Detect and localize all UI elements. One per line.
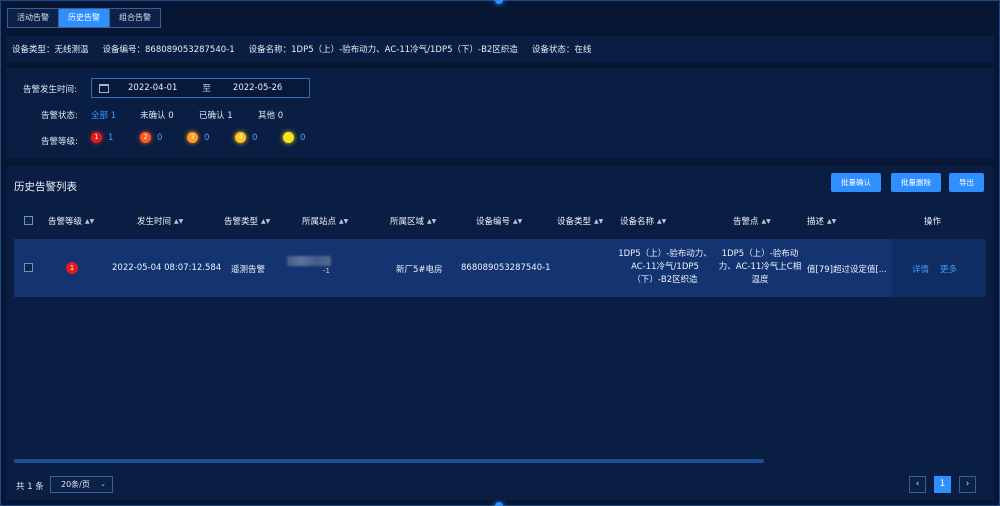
horizontal-scrollbar[interactable] [14, 459, 764, 463]
page-size-value: 20条/页 [61, 480, 90, 489]
level-filter-1[interactable]: 1 1 [91, 132, 113, 143]
select-all-checkbox[interactable] [24, 216, 33, 225]
level-4-count: 0 [252, 132, 258, 143]
detail-link[interactable]: 详情 [912, 263, 929, 275]
page-1-button[interactable]: 1 [934, 476, 951, 493]
header-operation: 操作 [924, 217, 942, 227]
alarm-time-label: 告警发生时间: [23, 85, 77, 95]
alarm-time-cell: 2022-05-04 08:07:12.584 [112, 263, 222, 273]
sort-icon[interactable]: ▲▼ [427, 218, 436, 225]
date-start-value[interactable]: 2022-04-01 [128, 83, 177, 93]
sort-icon[interactable]: ▲▼ [261, 218, 270, 225]
sort-icon[interactable]: ▲▼ [827, 218, 836, 225]
device-number-text: 设备编号：868089053287540-1 [102, 45, 235, 55]
device-no-cell: 868089053287540-1 [461, 263, 551, 273]
header-type[interactable]: 告警类型 ▲▼ [224, 215, 270, 227]
header-device-no[interactable]: 设备编号 ▲▼ [476, 215, 522, 227]
table-row[interactable]: 1 2022-05-04 08:07:12.584 遥测告警 -1 新厂5#电房… [14, 239, 986, 297]
level-filter-5[interactable]: 0 [283, 132, 305, 143]
tab-combined-alarms[interactable]: 组合告警 [110, 9, 160, 27]
table-header: 告警等级 ▲▼ 发生时间 ▲▼ 告警类型 ▲▼ 所属站点 ▲▼ 所属区域 ▲▼ 设备编号 ▲… [14, 210, 986, 232]
sort-icon[interactable]: ▲▼ [339, 218, 348, 225]
level-3-icon: 3 [187, 132, 198, 143]
level-4-icon: 4 [235, 132, 246, 143]
header-description[interactable]: 描述 ▲▼ [807, 215, 836, 227]
sort-icon[interactable]: ▲▼ [85, 218, 94, 225]
status-option-all[interactable]: 全部 1 [91, 109, 116, 121]
level-1-count: 1 [108, 132, 114, 143]
alarm-status-label: 告警状态: [41, 111, 78, 121]
header-site[interactable]: 所属站点 ▲▼ [302, 215, 348, 227]
level-2-count: 0 [157, 132, 163, 143]
level-5-count: 0 [300, 132, 306, 143]
level-filter-3[interactable]: 3 0 [187, 132, 209, 143]
batch-delete-button[interactable]: 批量删除 [891, 173, 941, 192]
tab-history-alarms[interactable]: 历史告警 [59, 9, 110, 27]
list-title: 历史告警列表 [14, 181, 77, 193]
sort-icon[interactable]: ▲▼ [513, 218, 522, 225]
history-alarm-list-panel: 历史告警列表 批量确认 批量删除 导出 告警等级 ▲▼ 发生时间 ▲▼ 告警类型 ▲▼… [6, 166, 994, 500]
device-name-text: 设备名称：1DP5（上）-验布动力、AC-11冷气/1DP5（下）-B2区织造 [248, 45, 518, 55]
page-size-select[interactable]: 20条/页 ⌄ [50, 476, 113, 493]
next-page-button[interactable]: › [959, 476, 976, 493]
header-device-name[interactable]: 设备名称 ▲▼ [620, 215, 666, 227]
date-range-picker[interactable]: 2022-04-01 至 2022-05-26 [91, 78, 310, 98]
date-separator: 至 [202, 84, 211, 94]
status-option-unconfirmed[interactable]: 未确认 0 [140, 109, 174, 121]
sort-icon[interactable]: ▲▼ [594, 218, 603, 225]
device-name-cell: 1DP5（上）-验布动力、AC-11冷气/1DP5（下）-B2区织造 [618, 249, 712, 285]
header-area[interactable]: 所属区域 ▲▼ [390, 215, 436, 227]
chevron-down-icon: ⌄ [100, 480, 106, 488]
date-end-value[interactable]: 2022-05-26 [233, 83, 282, 93]
sort-icon[interactable]: ▲▼ [174, 218, 183, 225]
batch-confirm-button[interactable]: 批量确认 [831, 173, 881, 192]
device-info-bar: 设备类型：无线测温 设备编号：868089053287540-1 设备名称：1D… [6, 36, 994, 62]
bottom-indicator-dot [495, 502, 503, 506]
device-status-text: 设备状态：在线 [531, 45, 592, 55]
level-1-icon: 1 [91, 132, 102, 143]
level-filter-4[interactable]: 4 0 [235, 132, 257, 143]
status-option-other[interactable]: 其他 0 [258, 109, 283, 121]
area-cell: 新厂5#电房 [396, 265, 443, 275]
tab-active-alarms[interactable]: 活动告警 [8, 9, 59, 27]
calendar-icon [99, 83, 109, 93]
sort-icon[interactable]: ▲▼ [762, 218, 771, 225]
alarm-type-cell: 遥测告警 [231, 265, 266, 275]
header-level[interactable]: 告警等级 ▲▼ [48, 215, 94, 227]
description-cell: 值[79]超过设定值[... [807, 265, 887, 275]
header-alarm-point[interactable]: 告警点 ▲▼ [733, 215, 771, 227]
level-2-icon: 2 [140, 132, 151, 143]
device-type-text: 设备类型：无线测温 [12, 45, 89, 55]
alarm-tabs: 活动告警 历史告警 组合告警 [7, 8, 161, 28]
alarm-level-label: 告警等级: [41, 137, 78, 147]
status-option-confirmed[interactable]: 已确认 1 [199, 109, 233, 121]
filter-panel: 告警发生时间: 2022-04-01 至 2022-05-26 告警状态: 全部… [6, 68, 994, 158]
total-count: 共 1 条 [16, 482, 44, 492]
sort-icon[interactable]: ▲▼ [657, 218, 666, 225]
site-blurred-image [287, 256, 331, 266]
prev-page-button[interactable]: ‹ [909, 476, 926, 493]
export-button[interactable]: 导出 [949, 173, 984, 192]
operation-cell [892, 239, 986, 297]
alarm-level-badge: 1 [66, 262, 78, 274]
alarm-point-cell: 1DP5（上）-验布动力、AC-11冷气上C相温度 [718, 249, 802, 285]
header-time[interactable]: 发生时间 ▲▼ [137, 215, 183, 227]
header-device-type[interactable]: 设备类型 ▲▼ [557, 215, 603, 227]
more-link[interactable]: 更多 [940, 263, 957, 275]
level-5-icon [283, 132, 294, 143]
site-cell: -1 [323, 267, 330, 275]
row-checkbox[interactable] [24, 263, 33, 272]
level-3-count: 0 [204, 132, 210, 143]
level-filter-2[interactable]: 2 0 [140, 132, 162, 143]
